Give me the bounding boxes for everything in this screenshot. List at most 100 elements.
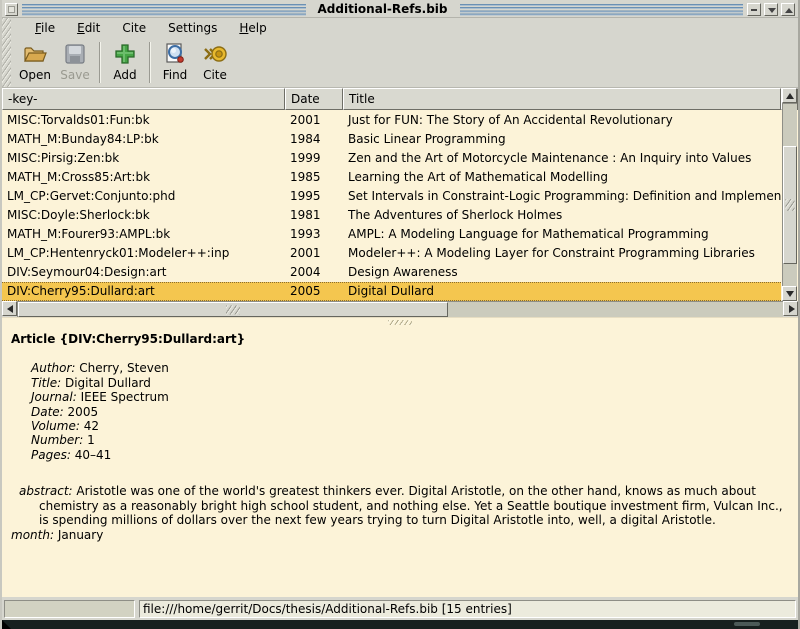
cell-date: 1981 [285,208,343,222]
menu-file[interactable]: File [31,19,59,37]
cell-title: AMPL: A Modeling Language for Mathematic… [343,227,781,241]
find-label: Find [163,68,188,82]
cell-key: MATH_M:Cross85:Art:bk [2,170,285,184]
field-label: Author: [31,361,79,375]
cite-button[interactable]: Cite [195,38,235,87]
menu-edit[interactable]: Edit [73,19,104,37]
detail-field: Journal: IEEE Spectrum [31,390,789,404]
cell-key: DIV:Cherry95:Dullard:art [2,284,285,298]
table-row[interactable]: MATH_M:Bunday84:LP:bk 1984 Basic Linear … [2,129,781,148]
save-floppy-icon [62,41,88,67]
horizontal-scrollbar[interactable] [2,301,798,317]
detail-field: Title: Digital Dullard [31,376,789,390]
field-label: Pages: [31,448,75,462]
vertical-scroll-thumb[interactable] [783,146,797,264]
column-header-date[interactable]: Date [285,88,343,110]
find-button[interactable]: Find [155,38,195,87]
table-row[interactable]: MISC:Torvalds01:Fun:bk 2001 Just for FUN… [2,110,781,129]
table-row[interactable]: MATH_M:Cross85:Art:bk 1985 Learning the … [2,167,781,186]
table-row[interactable]: MATH_M:Fourer93:AMPL:bk 1993 AMPL: A Mod… [2,225,781,244]
resize-corner[interactable] [2,620,11,629]
scroll-right-button[interactable] [783,301,798,316]
minimize-button[interactable] [747,3,761,16]
title-bar[interactable]: Additional-Refs.bib [2,0,798,18]
app-window: Additional-Refs.bib File Edit Cite Setti… [0,0,800,629]
window-bottom-frame [2,620,798,629]
find-magnifier-icon [162,41,188,67]
table-row[interactable]: LM_CP:Hentenryck01:Modeler++:inp 2001 Mo… [2,244,781,263]
cite-coin-icon [202,41,228,67]
toolbar: Open Save Add [2,38,798,88]
minimize-icon [751,9,757,11]
arrow-down-icon [786,291,794,297]
field-label: Journal: [31,390,81,404]
pane-divider-grip-icon [388,320,412,325]
column-header-title[interactable]: Title [343,88,781,110]
shade-up-button[interactable] [781,3,795,16]
month-value: January [58,528,104,542]
cell-key: MISC:Torvalds01:Fun:bk [2,113,285,127]
table-row[interactable]: DIV:Cherry95:Dullard:art 2005 Digital Du… [2,282,781,301]
detail-field: Number: 1 [31,433,789,447]
shade-down-button[interactable] [764,3,778,16]
vertical-scrollbar[interactable] [782,88,797,301]
scroll-up-button[interactable] [782,88,797,103]
pane-divider[interactable] [2,317,798,325]
detail-field: Date: 2005 [31,405,789,419]
month-label: month: [11,528,54,542]
menubar-drag-handle[interactable] [2,18,11,38]
progress-bar [4,600,135,618]
table-header: -key- Date Title [2,88,798,110]
open-label: Open [19,68,51,82]
detail-field: Author: Cherry, Steven [31,361,789,375]
month-field: month: January [11,528,789,542]
menu-help[interactable]: Help [235,19,270,37]
horizontal-scroll-thumb[interactable] [18,302,448,317]
cell-key: MATH_M:Fourer93:AMPL:bk [2,227,285,241]
detail-field: Pages: 40–41 [31,448,789,462]
abstract-label: abstract: [19,484,73,498]
field-value: 40–41 [75,448,112,462]
cell-date: 1993 [285,227,343,241]
field-label: Title: [31,376,65,390]
horizontal-scroll-track[interactable] [17,301,783,317]
arrow-up-icon [786,93,794,99]
cell-title: Modeler++: A Modeling Layer for Constrai… [343,246,781,260]
cell-date: 1999 [285,151,343,165]
toolbar-separator [149,42,151,83]
window-title: Additional-Refs.bib [310,2,456,16]
cell-key: MISC:Pirsig:Zen:bk [2,151,285,165]
menu-cite[interactable]: Cite [118,19,150,37]
scroll-left-button[interactable] [2,301,17,316]
table-row[interactable]: MISC:Doyle:Sherlock:bk 1981 The Adventur… [2,205,781,224]
menu-settings[interactable]: Settings [164,19,221,37]
field-value: 1 [87,433,95,447]
open-button[interactable]: Open [15,38,55,87]
cite-label: Cite [203,68,227,82]
scroll-down-button[interactable] [782,286,797,301]
table-row[interactable]: DIV:Seymour04:Design:art 2004 Design Awa… [2,263,781,282]
cell-title: Design Awareness [343,265,781,279]
titlebar-stripes-left [22,4,306,16]
table-row[interactable]: MISC:Pirsig:Zen:bk 1999 Zen and the Art … [2,148,781,167]
save-button[interactable]: Save [55,38,95,87]
add-button[interactable]: Add [105,38,145,87]
cell-date: 2005 [285,284,343,298]
field-value: Digital Dullard [65,376,151,390]
window-menu-button[interactable] [5,3,18,16]
column-header-key[interactable]: -key- [2,88,285,110]
abstract-value: Aristotle was one of the world's greates… [39,484,783,527]
vertical-scroll-track[interactable] [782,103,797,286]
thumb-grip-icon [786,199,795,211]
resize-grip[interactable] [734,622,760,626]
cell-title: Learning the Art of Mathematical Modelli… [343,170,781,184]
toolbar-separator [99,42,101,83]
abstract-field: abstract: Aristotle was one of the world… [11,484,789,527]
window-menu-icon [8,6,15,13]
detail-fields: Author: Cherry, Steven Title: Digital Du… [31,361,789,462]
cell-date: 2001 [285,246,343,260]
field-value: Cherry, Steven [79,361,169,375]
cell-title: Just for FUN: The Story of An Accidental… [343,113,781,127]
toolbar-drag-handle[interactable] [2,38,11,87]
table-row[interactable]: LM_CP:Gervet:Conjunto:phd 1995 Set Inter… [2,186,781,205]
